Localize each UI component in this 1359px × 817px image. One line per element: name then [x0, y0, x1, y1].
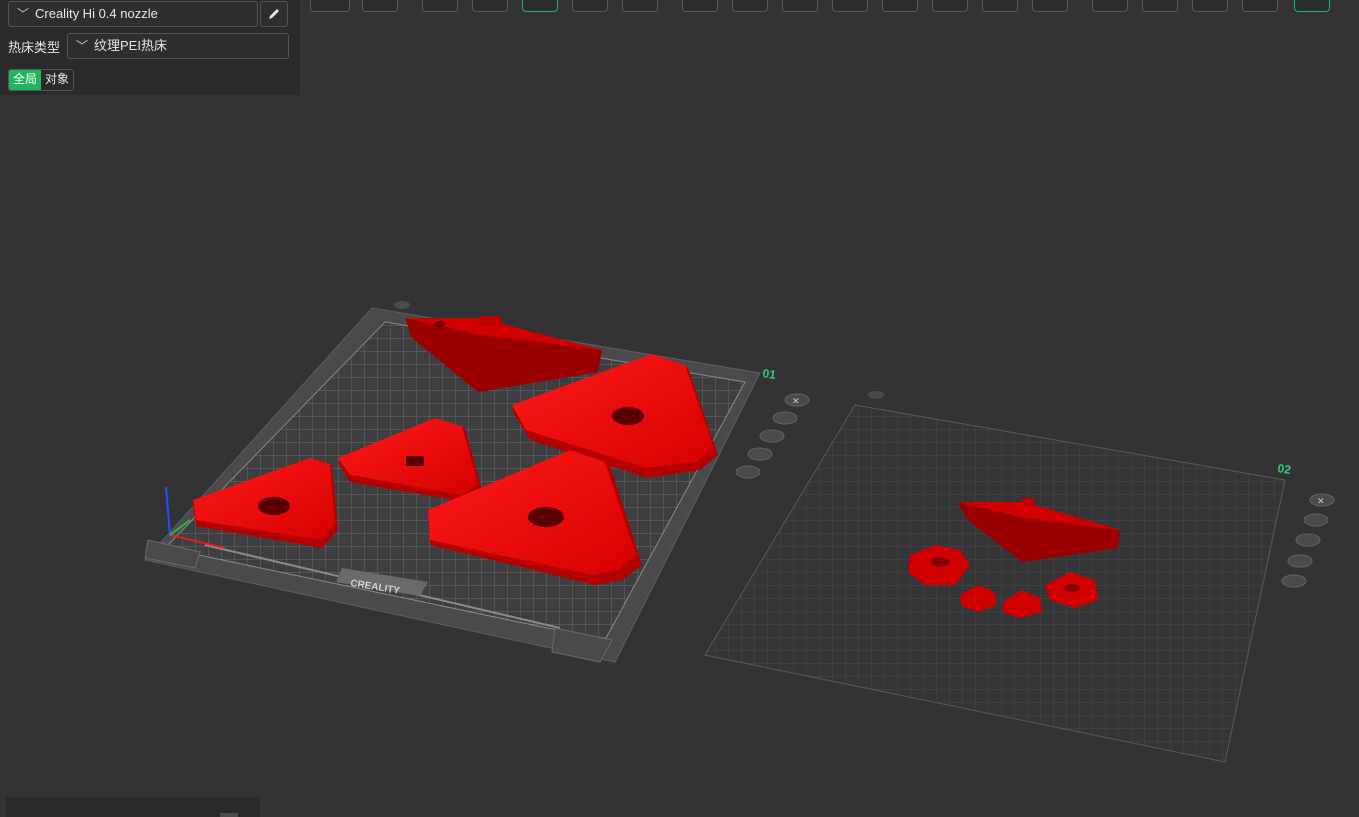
arrange-button[interactable]	[472, 0, 508, 12]
rotate-tool-button[interactable]	[732, 0, 768, 12]
pencil-icon	[269, 9, 279, 19]
plate-1-label[interactable]: 01	[762, 366, 778, 382]
lock-icon[interactable]	[747, 447, 773, 461]
svg-text:✕: ✕	[1317, 496, 1325, 506]
bed-type-label: 热床类型	[8, 40, 61, 55]
edit-printer-button[interactable]	[260, 1, 288, 27]
chevron-down-icon: ﹀	[76, 39, 89, 53]
build-plate-2[interactable]	[700, 400, 1300, 780]
settings-gear-icon[interactable]	[735, 465, 761, 479]
top-toolbar	[300, 0, 1359, 14]
chevron-down-icon: ﹀	[17, 7, 30, 21]
orient-plate-2-icon[interactable]	[1295, 533, 1321, 547]
arrange-icon[interactable]	[772, 411, 798, 425]
settings-plate-2-icon[interactable]	[1281, 574, 1307, 588]
variable-layer-button[interactable]	[1092, 0, 1128, 12]
scale-tool-button[interactable]	[782, 0, 818, 12]
mesh-boolean-button[interactable]	[1192, 0, 1228, 12]
printer-select[interactable]: ﹀ Creality Hi 0.4 nozzle	[8, 1, 258, 27]
3d-viewport[interactable]: CREALITY ✕ 01 02 ✕	[0, 0, 1359, 817]
panel-handle[interactable]	[220, 813, 238, 817]
svg-text:✕: ✕	[792, 396, 800, 406]
settings-panel: ﹀ Creality Hi 0.4 nozzle 热床类型 ﹀ 纹理PEI热床 …	[0, 0, 300, 95]
split-button[interactable]	[572, 0, 608, 12]
plate-2-label[interactable]: 02	[1277, 461, 1293, 477]
orient-button[interactable]	[422, 0, 458, 12]
printer-name: Creality Hi 0.4 nozzle	[35, 6, 158, 21]
z-axis-icon	[165, 486, 171, 536]
text-tool-button[interactable]	[1142, 0, 1178, 12]
lock-plate-2-icon[interactable]	[1287, 554, 1313, 568]
bed-type-select[interactable]: ﹀ 纹理PEI热床	[67, 33, 289, 59]
add-plate-button[interactable]	[362, 0, 398, 12]
bed-type-value: 纹理PEI热床	[94, 38, 167, 53]
arrange-plate-2-icon[interactable]	[1303, 513, 1329, 527]
move-tool-button[interactable]	[682, 0, 718, 12]
lay-on-face-button[interactable]	[832, 0, 868, 12]
tab-global[interactable]: 全局	[9, 70, 42, 90]
scope-toggle: 全局 对象	[8, 69, 75, 91]
measure-button[interactable]	[1032, 0, 1068, 12]
support-paint-button[interactable]	[932, 0, 968, 12]
plate-1-handle-icon[interactable]	[394, 301, 410, 309]
view-button[interactable]	[1242, 0, 1278, 12]
cut-tool-button[interactable]	[882, 0, 918, 12]
ai-button[interactable]	[1294, 0, 1330, 12]
tab-object[interactable]: 对象	[41, 70, 73, 90]
layer-button[interactable]	[622, 0, 658, 12]
bottom-panel	[6, 797, 260, 817]
add-model-button[interactable]	[310, 0, 350, 12]
orient-icon[interactable]	[759, 429, 785, 443]
auto-arrange-button[interactable]	[522, 0, 558, 12]
seam-paint-button[interactable]	[982, 0, 1018, 12]
plate-2-handle-icon[interactable]	[868, 391, 884, 399]
